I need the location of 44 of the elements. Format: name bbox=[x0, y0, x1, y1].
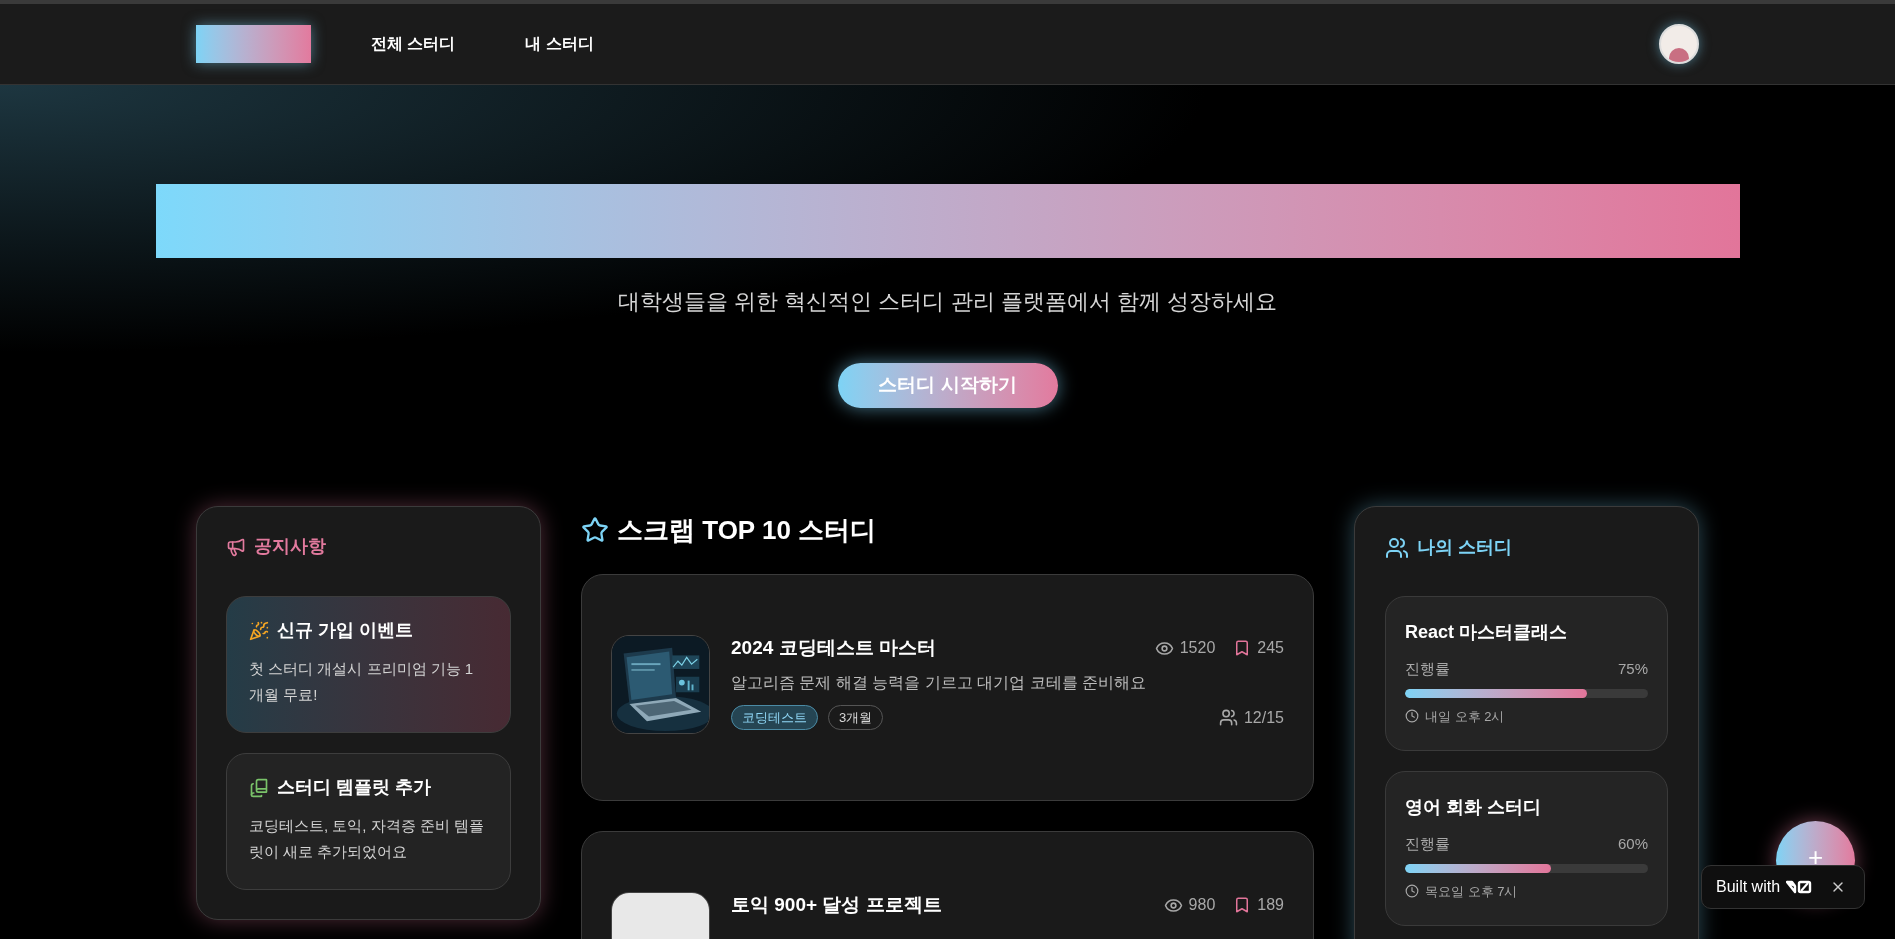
members-icon bbox=[1218, 708, 1238, 727]
books-icon bbox=[249, 777, 269, 798]
scrap-count: 245 bbox=[1257, 638, 1284, 658]
study-card[interactable]: 2024 코딩테스트 마스터 1520 245 알고리즘 문제 해결 능력을 기르고 대기업 코테를 준비해요 코딩테스트 3개월 12/15 bbox=[581, 574, 1314, 801]
view-count: 1520 bbox=[1179, 638, 1216, 658]
clock-icon bbox=[1405, 884, 1419, 899]
my-study-title: 영어 회화 스터디 bbox=[1405, 796, 1542, 819]
avatar[interactable] bbox=[1659, 24, 1699, 64]
clock-icon bbox=[1405, 709, 1419, 724]
v0-logo-icon bbox=[1786, 880, 1813, 894]
study-card[interactable]: 토익 900+ 달성 프로젝트 980 189 bbox=[581, 831, 1314, 939]
my-study-card[interactable]: React 마스터클래스 진행률 75% 내일 오후 2시 bbox=[1385, 596, 1668, 751]
notice-body: 첫 스터디 개설시 프리미엄 기능 1개월 무료! bbox=[249, 659, 475, 705]
nav-link[interactable]: 전체 스터디 bbox=[371, 32, 456, 56]
progress-label: 진행률 bbox=[1405, 659, 1450, 679]
star-icon bbox=[581, 516, 609, 544]
progress-percent: 75% bbox=[1617, 659, 1648, 679]
progress-percent: 60% bbox=[1617, 834, 1648, 854]
notice-body: 코딩테스트, 토익, 자격증 준비 템플릿이 새로 추가되었어요 bbox=[249, 816, 485, 862]
view-count: 980 bbox=[1188, 895, 1216, 915]
scrap-count: 189 bbox=[1257, 895, 1284, 915]
notice-card[interactable]: 스터디 템플릿 추가 코딩테스트, 토익, 자격증 준비 템플릿이 새로 추가되었어요 bbox=[226, 753, 511, 890]
notice-title: 스터디 템플릿 추가 bbox=[277, 776, 431, 799]
study-description: 알고리즘 문제 해결 능력을 기르고 대기업 코테를 준비해요 bbox=[731, 673, 1148, 693]
panel-title: 공지사항 bbox=[254, 535, 326, 558]
notice-title: 신규 가입 이벤트 bbox=[277, 619, 413, 642]
study-title: 토익 900+ 달성 프로젝트 bbox=[731, 892, 942, 917]
section-title: 스크랩 TOP 10 스터디 bbox=[617, 513, 877, 547]
my-study-card[interactable]: 영어 회화 스터디 진행률 60% 목요일 오후 7시 bbox=[1385, 771, 1668, 926]
panel-title: 나의 스터디 bbox=[1417, 536, 1512, 559]
party-popper-icon bbox=[249, 620, 269, 641]
category-tag: 코딩테스트 bbox=[731, 705, 818, 730]
built-with-toast[interactable]: Built with bbox=[1701, 865, 1865, 909]
nav-link[interactable]: 내 스터디 bbox=[525, 32, 594, 56]
notice-card[interactable]: 신규 가입 이벤트 첫 스터디 개설시 프리미엄 기능 1개월 무료! bbox=[226, 596, 511, 733]
hero-subtitle: 대학생들을 위한 혁신적인 스터디 관리 플랫폼에서 함께 성장하세요 bbox=[618, 288, 1277, 316]
users-icon bbox=[1385, 535, 1409, 560]
study-title: 2024 코딩테스트 마스터 bbox=[731, 635, 936, 660]
schedule-time: 내일 오후 2시 bbox=[1425, 707, 1505, 726]
schedule-time: 목요일 오후 7시 bbox=[1425, 882, 1518, 901]
member-count: 12/15 bbox=[1243, 707, 1284, 728]
progress-label: 진행률 bbox=[1405, 834, 1450, 854]
megaphone-icon bbox=[226, 536, 246, 557]
my-study-title: React 마스터클래스 bbox=[1405, 621, 1569, 644]
